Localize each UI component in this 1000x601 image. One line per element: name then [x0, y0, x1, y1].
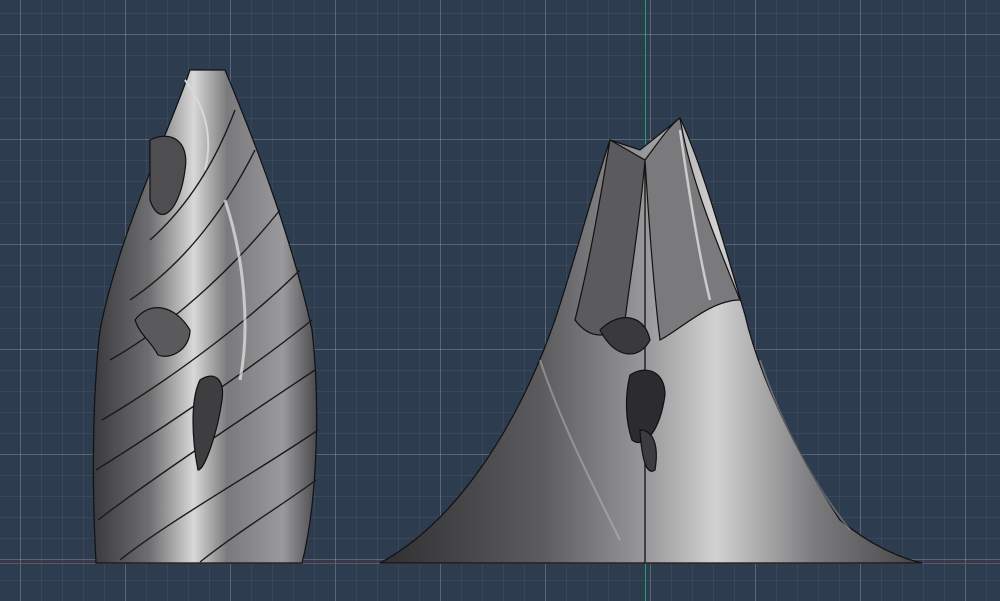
3d-viewport[interactable] [0, 0, 1000, 601]
flared-mountain-body [379, 116, 923, 564]
twisted-spire-model[interactable] [0, 0, 1000, 601]
spire-body [92, 69, 319, 564]
